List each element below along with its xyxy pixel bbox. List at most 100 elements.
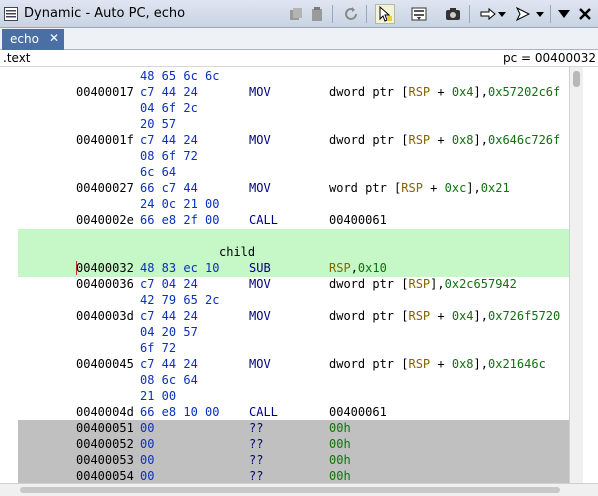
bytes-cell: 04 20 57 — [140, 325, 198, 339]
operand-cell[interactable]: 00400061 — [329, 404, 387, 420]
bytes-cell: 48 83 ec 10 — [140, 261, 220, 275]
mnemonic-cell: MOV — [249, 277, 271, 291]
operand-cell[interactable]: 00400061 — [329, 212, 387, 228]
cursor-track-icon[interactable] — [375, 4, 395, 24]
bytes-cell: 00 — [140, 469, 155, 483]
register-operand: RSP — [408, 85, 431, 99]
scalar-operand: 0x8 — [451, 133, 474, 147]
disassembly-listing[interactable]: 48 65 6c 6c 00400017 c7 44 24 MOV dword ptr … — [0, 67, 598, 483]
bytes-cell: c7 44 24 — [140, 133, 198, 147]
operand-text: 00400061 — [329, 405, 387, 419]
vertical-scroll-thumb[interactable] — [573, 71, 580, 87]
bytes-cell: c7 44 24 — [140, 309, 198, 323]
mnemonic-cell: ?? — [249, 453, 264, 467]
address-cell: 00400051 — [76, 421, 134, 435]
bytes-cell: 00 — [140, 421, 155, 435]
mnemonic-cell: CALL — [249, 405, 278, 419]
operand-text: word ptr [ — [329, 181, 402, 195]
mnemonic-cell: ?? — [249, 469, 264, 483]
bytes-cell: 24 0c 21 00 — [140, 197, 220, 211]
pc-readout: pc = 00400032 — [503, 51, 596, 65]
tab-bar: echo ✕ — [0, 28, 598, 50]
toolbar-separator — [366, 5, 367, 23]
copy-icon[interactable] — [286, 4, 306, 24]
operand-cell[interactable]: dword ptr [RSP + 0x8],0x21646c — [329, 356, 546, 372]
goto-arrow-icon[interactable] — [478, 4, 498, 24]
menu-icon[interactable] — [554, 4, 574, 24]
bytes-cell: 00 — [140, 437, 155, 451]
operand-text: dword ptr [ — [329, 133, 409, 147]
address-cell: 00400054 — [76, 469, 134, 483]
operand-text: + — [430, 133, 452, 147]
operand-cell[interactable]: dword ptr [RSP],0x2c657942 — [329, 276, 517, 292]
refresh-icon[interactable] — [341, 4, 361, 24]
operand-cell: 00h — [329, 453, 351, 467]
operand-cell[interactable]: word ptr [RSP + 0xc],0x21 — [329, 180, 510, 196]
scalar-operand: 0x57202c6f — [488, 85, 561, 99]
horizontal-scrollbar[interactable] — [0, 483, 598, 496]
operand-cell[interactable]: dword ptr [RSP + 0x8],0x646c726f — [329, 132, 560, 148]
close-icon[interactable] — [575, 4, 595, 24]
dropdown-icon[interactable] — [496, 4, 508, 24]
bytes-cell: 08 6f 72 — [140, 149, 198, 163]
address-cell: 0040004d — [76, 405, 134, 419]
vertical-scrollbar[interactable] — [569, 67, 583, 483]
register-operand: RSP — [408, 133, 431, 147]
operand-text: dword ptr [ — [329, 309, 409, 323]
dropdown-icon[interactable] — [534, 4, 546, 24]
bytes-cell: c7 44 24 — [140, 357, 198, 371]
register-operand: RSP — [408, 277, 431, 291]
address-cell: 00400052 — [76, 437, 134, 451]
register-operand: RSP — [408, 309, 431, 323]
bytes-cell: 00 — [140, 453, 155, 467]
operand-text: , — [350, 261, 358, 275]
mnemonic-cell: MOV — [249, 357, 271, 371]
function-label: child — [219, 245, 256, 259]
scalar-operand: 0x646c726f — [488, 133, 561, 147]
window-title: Dynamic - Auto PC, echo — [24, 6, 186, 21]
bytes-cell: 6f 72 — [140, 341, 177, 355]
toolbar-separator — [550, 5, 551, 23]
scalar-operand: 0x2c657942 — [444, 277, 517, 291]
operand-cell[interactable]: RSP,0x10 — [329, 260, 387, 276]
listing-options-icon[interactable] — [409, 4, 429, 24]
operand-cell[interactable]: dword ptr [RSP + 0x4],0x57202c6f — [329, 84, 560, 100]
bytes-cell: 66 c7 44 — [140, 181, 198, 195]
address-cell: 00400053 — [76, 453, 134, 467]
title-bar: Dynamic - Auto PC, echo — [0, 0, 598, 28]
address-cell: 00400027 — [76, 181, 134, 195]
bytes-cell: 6c 64 — [140, 165, 177, 179]
step-icon[interactable] — [513, 4, 533, 24]
address-cell: 00400045 — [76, 357, 134, 371]
address-cell: 0040002e — [76, 213, 134, 227]
operand-text: ], — [473, 85, 488, 99]
operand-text: ], — [473, 133, 488, 147]
bytes-cell: c7 04 24 — [140, 277, 198, 291]
operand-text: 00400061 — [329, 213, 387, 227]
bytes-cell: c7 44 24 — [140, 85, 198, 99]
mnemonic-cell: MOV — [249, 309, 271, 323]
mnemonic-cell: ?? — [249, 437, 264, 451]
address-cell: 00400036 — [76, 277, 134, 291]
snapshot-icon[interactable] — [443, 4, 463, 24]
address-cell: 00400017 — [76, 85, 134, 99]
operand-text: ], — [473, 309, 488, 323]
scalar-operand: 0x726f5720 — [488, 309, 561, 323]
bytes-cell: 66 e8 2f 00 — [140, 213, 220, 227]
mnemonic-cell: ?? — [249, 421, 264, 435]
listing-window-icon — [4, 7, 18, 21]
mnemonic-cell: MOV — [249, 133, 271, 147]
address-cell: 0040003d — [76, 309, 134, 323]
tab-echo[interactable]: echo ✕ — [2, 29, 64, 50]
paste-icon[interactable] — [307, 4, 327, 24]
operand-text: ], — [466, 181, 481, 195]
scalar-operand: 0x21646c — [488, 357, 546, 371]
tab-close-icon[interactable]: ✕ — [49, 31, 59, 45]
tab-label: echo — [10, 32, 39, 46]
horizontal-scroll-thumb[interactable] — [20, 487, 560, 493]
mnemonic-cell: CALL — [249, 213, 278, 227]
toolbar-separator — [469, 5, 470, 23]
bytes-cell: 21 00 — [140, 389, 177, 403]
section-label: .text — [3, 51, 31, 65]
operand-cell[interactable]: dword ptr [RSP + 0x4],0x726f5720 — [329, 308, 560, 324]
